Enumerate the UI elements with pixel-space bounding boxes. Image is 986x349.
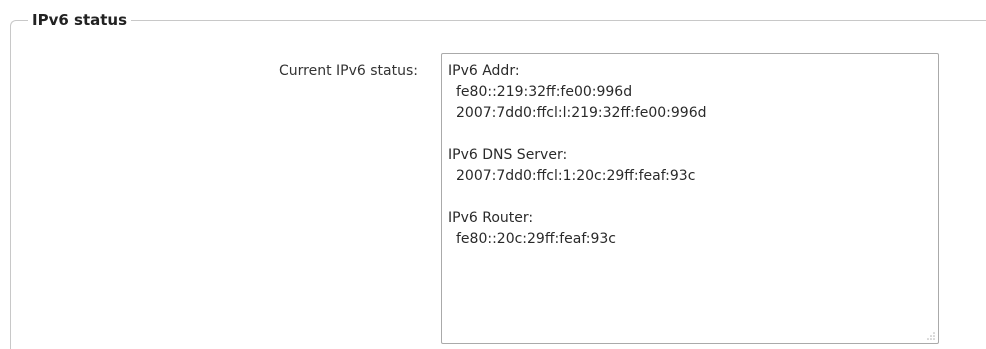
current-ipv6-status-label: Current IPv6 status: bbox=[279, 63, 418, 79]
ipv6-status-textarea[interactable]: IPv6 Addr: fe80::219:32ff:fe00:996d 2007… bbox=[441, 53, 939, 344]
resize-grip-icon[interactable] bbox=[926, 331, 935, 340]
ipv6-router-heading: IPv6 Router: bbox=[448, 210, 534, 226]
status-spacer bbox=[448, 124, 932, 145]
ipv6-dns-heading: IPv6 DNS Server: bbox=[448, 147, 568, 163]
ipv6-router-value: fe80::20c:29ff:feaf:93c bbox=[456, 231, 616, 247]
section-legend: IPv6 status bbox=[28, 10, 132, 30]
ipv6-addr-link-local: fe80::219:32ff:fe00:996d bbox=[456, 84, 633, 100]
status-spacer bbox=[448, 187, 932, 208]
ipv6-addr-global: 2007:7dd0:ffcl:l:219:32ff:fe00:996d bbox=[456, 105, 707, 121]
ipv6-dns-value: 2007:7dd0:ffcl:1:20c:29ff:feaf:93c bbox=[456, 168, 696, 184]
ipv6-addr-heading: IPv6 Addr: bbox=[448, 63, 520, 79]
